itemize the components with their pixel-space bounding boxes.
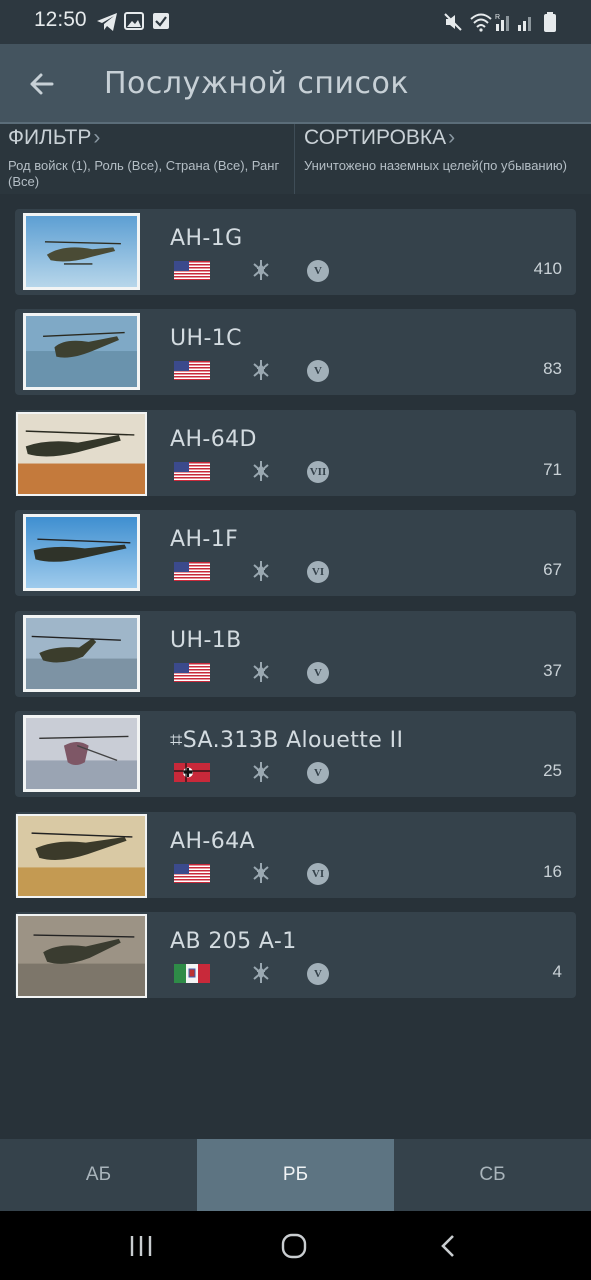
rank-badge: VI — [307, 561, 329, 583]
task-check-icon — [153, 13, 169, 29]
filter-button[interactable]: ФИЛЬТР› Род войск (1), Роль (Все), Стран… — [0, 124, 295, 194]
kill-count: 25 — [543, 761, 562, 780]
filter-sort-bar: ФИЛЬТР› Род войск (1), Роль (Все), Стран… — [0, 124, 591, 194]
helicopter-role-icon — [253, 762, 269, 782]
sort-description: Уничтожено наземных целей(по убыванию) — [304, 158, 567, 173]
status-bar: 12:50 R — [0, 0, 591, 44]
tab-rb[interactable]: РБ — [197, 1139, 394, 1211]
vehicle-card[interactable]: AH-1G V 410 — [15, 209, 576, 295]
helicopter-role-icon — [253, 360, 269, 380]
flag-usa-icon — [174, 663, 210, 682]
back-arrow-icon[interactable] — [22, 64, 62, 104]
vehicle-card[interactable]: ⌗SA.313B Alouette II V 25 — [15, 711, 576, 797]
svg-text:R: R — [495, 14, 500, 21]
vehicle-card[interactable]: AH-64A VI 16 — [15, 812, 576, 898]
vehicle-card[interactable]: AH-1F VI 67 — [15, 510, 576, 596]
vehicle-name: UH-1B — [170, 628, 242, 653]
kill-count: 71 — [543, 460, 562, 479]
rank-badge: V — [307, 963, 329, 985]
status-time: 12:50 — [34, 8, 87, 31]
flag-usa-icon — [174, 462, 210, 481]
vehicle-name: ⌗SA.313B Alouette II — [170, 728, 404, 753]
kill-count: 83 — [543, 359, 562, 378]
vehicle-card[interactable]: AB 205 A-1 V 4 — [15, 912, 576, 998]
vehicle-card[interactable]: UH-1C V 83 — [15, 309, 576, 395]
vehicle-thumbnail — [23, 213, 140, 290]
flag-usa-icon — [174, 261, 210, 280]
battery-icon — [544, 12, 556, 32]
mode-tabs: АБ РБ СБ — [0, 1139, 591, 1211]
recent-apps-icon[interactable] — [128, 1233, 154, 1259]
vehicle-name: AH-64A — [170, 829, 255, 854]
rank-badge: VII — [307, 461, 329, 483]
mute-icon — [444, 13, 462, 31]
vehicle-thumbnail — [23, 313, 140, 390]
tab-sb[interactable]: СБ — [394, 1139, 591, 1211]
kill-count: 16 — [543, 862, 562, 881]
kill-count: 4 — [552, 962, 562, 981]
flag-usa-icon — [174, 864, 210, 883]
vehicle-name: AB 205 A-1 — [170, 929, 297, 954]
tab-ab[interactable]: АБ — [0, 1139, 197, 1211]
vehicle-name: UH-1C — [170, 326, 242, 351]
helicopter-role-icon — [253, 461, 269, 481]
flag-germany-icon — [174, 763, 210, 782]
sort-label: СОРТИРОВКА — [304, 126, 447, 149]
telegram-icon — [97, 13, 117, 31]
app-bar: Послужной список — [0, 44, 591, 124]
filter-label: ФИЛЬТР — [8, 126, 92, 149]
vehicle-thumbnail — [16, 814, 147, 898]
flag-italy-icon — [174, 964, 210, 983]
vehicle-thumbnail — [16, 412, 147, 496]
kill-count: 67 — [543, 560, 562, 579]
vehicle-card[interactable]: AH-64D VII 71 — [15, 410, 576, 496]
vehicle-thumbnail — [23, 615, 140, 692]
gallery-icon — [124, 12, 144, 30]
vehicle-thumbnail — [23, 715, 140, 792]
rank-badge: V — [307, 762, 329, 784]
signal-roaming-icon: R — [495, 14, 509, 31]
home-icon[interactable] — [281, 1233, 307, 1259]
helicopter-role-icon — [253, 561, 269, 581]
system-back-icon[interactable] — [437, 1233, 459, 1259]
vehicle-thumbnail — [23, 514, 140, 591]
signal-icon — [518, 17, 531, 31]
system-nav-bar — [0, 1211, 591, 1280]
chevron-right-icon: › — [448, 126, 456, 149]
page-title: Послужной список — [104, 66, 409, 101]
vehicle-name: AH-1G — [170, 226, 243, 251]
rank-badge: V — [307, 662, 329, 684]
flag-usa-icon — [174, 562, 210, 581]
rank-badge: VI — [307, 863, 329, 885]
vehicle-thumbnail — [16, 914, 147, 998]
kill-count: 410 — [533, 259, 562, 278]
vehicle-card[interactable]: UH-1B V 37 — [15, 611, 576, 697]
rank-badge: V — [307, 260, 329, 282]
wifi-icon — [470, 13, 492, 32]
rank-badge: V — [307, 360, 329, 382]
filter-description: Род войск (1), Роль (Все), Страна (Все),… — [8, 158, 280, 189]
vehicle-name: AH-1F — [170, 527, 239, 552]
vehicle-name: AH-64D — [170, 427, 257, 452]
sort-button[interactable]: СОРТИРОВКА› Уничтожено наземных целей(по… — [296, 124, 591, 194]
chevron-right-icon: › — [93, 126, 101, 149]
helicopter-role-icon — [253, 662, 269, 682]
helicopter-role-icon — [253, 260, 269, 280]
helicopter-role-icon — [253, 963, 269, 983]
kill-count: 37 — [543, 661, 562, 680]
helicopter-role-icon — [253, 863, 269, 883]
flag-usa-icon — [174, 361, 210, 380]
